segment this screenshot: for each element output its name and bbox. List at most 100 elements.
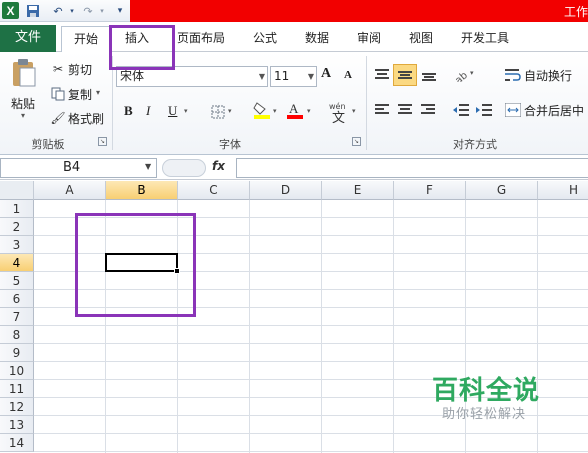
row-header-2[interactable]: 2 xyxy=(0,218,34,236)
phonetic-dropdown-icon[interactable]: ▾ xyxy=(352,107,356,115)
formula-input[interactable] xyxy=(236,158,588,178)
ribbon-tabs: 文件 开始 插入 页面布局 公式 数据 审阅 视图 开发工具 xyxy=(0,22,588,53)
tab-formulas[interactable]: 公式 xyxy=(246,26,284,52)
fill-color-dropdown-icon[interactable]: ▾ xyxy=(273,107,277,115)
align-right-icon[interactable] xyxy=(418,100,438,120)
align-center-icon[interactable] xyxy=(395,100,415,120)
ribbon: 粘贴 ▾ ✂ 剪切 复制 ▾ 🖌 格式刷 剪贴板 ↘ 宋体 ▼ 11 ▼ A A… xyxy=(0,52,588,155)
tab-home[interactable]: 开始 xyxy=(61,26,111,53)
column-header-f[interactable]: F xyxy=(394,181,466,200)
row-header-13[interactable]: 13 xyxy=(0,416,34,434)
tab-developer[interactable]: 开发工具 xyxy=(454,26,516,52)
quick-access-toolbar: 工作 X ↶ ▾ ↷ ▾ ▾ xyxy=(0,0,588,22)
row-header-6[interactable]: 6 xyxy=(0,290,34,308)
font-size-select[interactable]: 11 ▼ xyxy=(270,66,317,87)
row-header-1[interactable]: 1 xyxy=(0,200,34,218)
paste-icon[interactable] xyxy=(10,58,38,88)
underline-dropdown-icon[interactable]: ▾ xyxy=(184,107,188,115)
cut-icon[interactable]: ✂ xyxy=(48,59,68,79)
phonetic-icon[interactable]: wén 文 xyxy=(327,100,351,124)
name-box-dropdown-icon[interactable]: ▼ xyxy=(145,162,151,171)
wrap-text-icon[interactable] xyxy=(503,65,523,85)
select-all-button[interactable] xyxy=(0,181,34,200)
column-header-d[interactable]: D xyxy=(250,181,322,200)
tab-page-layout[interactable]: 页面布局 xyxy=(172,26,230,52)
column-header-e[interactable]: E xyxy=(322,181,394,200)
merge-center-button[interactable]: 合并后居中 xyxy=(524,102,584,119)
align-top-icon[interactable] xyxy=(372,65,392,85)
save-icon[interactable] xyxy=(25,3,41,19)
copy-button[interactable]: 复制 xyxy=(68,86,92,103)
tab-view[interactable]: 视图 xyxy=(402,26,440,52)
align-bottom-icon[interactable] xyxy=(419,65,439,85)
column-header-g[interactable]: G xyxy=(466,181,538,200)
row-header-12[interactable]: 12 xyxy=(0,398,34,416)
paste-dropdown-icon[interactable]: ▾ xyxy=(21,111,25,120)
row-gridline xyxy=(34,451,588,452)
merge-center-icon[interactable] xyxy=(503,100,523,120)
font-group-label: 字体 xyxy=(219,138,241,151)
copy-icon[interactable] xyxy=(48,84,68,104)
clipboard-launcher-icon[interactable]: ↘ xyxy=(98,137,107,146)
paste-label[interactable]: 粘贴 xyxy=(11,95,35,112)
font-launcher-icon[interactable]: ↘ xyxy=(352,137,361,146)
customize-qat-icon[interactable]: ▾ xyxy=(112,3,128,19)
row-header-3[interactable]: 3 xyxy=(0,236,34,254)
tab-data[interactable]: 数据 xyxy=(298,26,336,52)
name-box[interactable]: B4 xyxy=(0,158,157,178)
italic-button[interactable]: I xyxy=(146,103,150,119)
row-header-4[interactable]: 4 xyxy=(0,254,34,272)
font-size-value: 11 xyxy=(274,69,290,83)
column-header-c[interactable]: C xyxy=(178,181,250,200)
font-color-icon[interactable]: A xyxy=(285,100,305,120)
format-painter-icon[interactable]: 🖌 xyxy=(48,108,68,128)
alignment-group-label: 对齐方式 xyxy=(453,138,497,151)
row-header-7[interactable]: 7 xyxy=(0,308,34,326)
group-divider xyxy=(366,56,367,150)
wrap-text-button[interactable]: 自动换行 xyxy=(524,67,572,84)
svg-text:wén: wén xyxy=(329,101,346,111)
svg-text:A: A xyxy=(289,101,299,116)
excel-logo-icon[interactable]: X xyxy=(2,2,19,19)
row-header-8[interactable]: 8 xyxy=(0,326,34,344)
tab-review[interactable]: 审阅 xyxy=(350,26,388,52)
formula-bar-handle[interactable] xyxy=(162,159,206,177)
borders-icon[interactable] xyxy=(208,102,228,122)
increase-indent-icon[interactable] xyxy=(474,100,494,120)
row-header-9[interactable]: 9 xyxy=(0,344,34,362)
name-box-value: B4 xyxy=(63,160,81,175)
orientation-icon[interactable]: ab xyxy=(452,65,472,85)
undo-dropdown-icon[interactable]: ▾ xyxy=(64,3,80,19)
fill-color-icon[interactable] xyxy=(252,100,272,120)
redo-dropdown-icon[interactable]: ▾ xyxy=(94,3,110,19)
row-gridline xyxy=(34,343,588,344)
orientation-dropdown-icon[interactable]: ▾ xyxy=(470,69,474,77)
cut-button[interactable]: 剪切 xyxy=(68,61,92,78)
row-header-10[interactable]: 10 xyxy=(0,362,34,380)
svg-text:ab: ab xyxy=(454,70,470,82)
format-painter-button[interactable]: 格式刷 xyxy=(68,110,104,127)
align-left-icon[interactable] xyxy=(372,100,392,120)
clipboard-group-label: 剪贴板 xyxy=(31,138,65,151)
copy-dropdown-icon[interactable]: ▾ xyxy=(96,88,100,97)
align-middle-icon[interactable] xyxy=(393,64,417,86)
bold-button[interactable]: B xyxy=(124,103,133,119)
column-header-h[interactable]: H xyxy=(538,181,588,200)
tab-file[interactable]: 文件 xyxy=(0,25,56,52)
row-gridline xyxy=(34,433,588,434)
column-header-b[interactable]: B xyxy=(106,181,178,200)
column-header-a[interactable]: A xyxy=(34,181,106,200)
watermark-title: 百科全说 xyxy=(432,376,541,406)
decrease-indent-icon[interactable] xyxy=(451,100,471,120)
shrink-font-button[interactable]: A xyxy=(344,69,352,81)
row-header-14[interactable]: 14 xyxy=(0,434,34,452)
insert-function-icon[interactable]: fx xyxy=(212,159,225,173)
underline-button[interactable]: U xyxy=(168,103,177,119)
grow-font-button[interactable]: A xyxy=(321,66,331,82)
title-bar xyxy=(130,0,588,22)
row-header-11[interactable]: 11 xyxy=(0,380,34,398)
row-header-5[interactable]: 5 xyxy=(0,272,34,290)
window-title: 工作 xyxy=(564,5,588,19)
borders-dropdown-icon[interactable]: ▾ xyxy=(228,107,232,115)
font-color-dropdown-icon[interactable]: ▾ xyxy=(307,107,311,115)
